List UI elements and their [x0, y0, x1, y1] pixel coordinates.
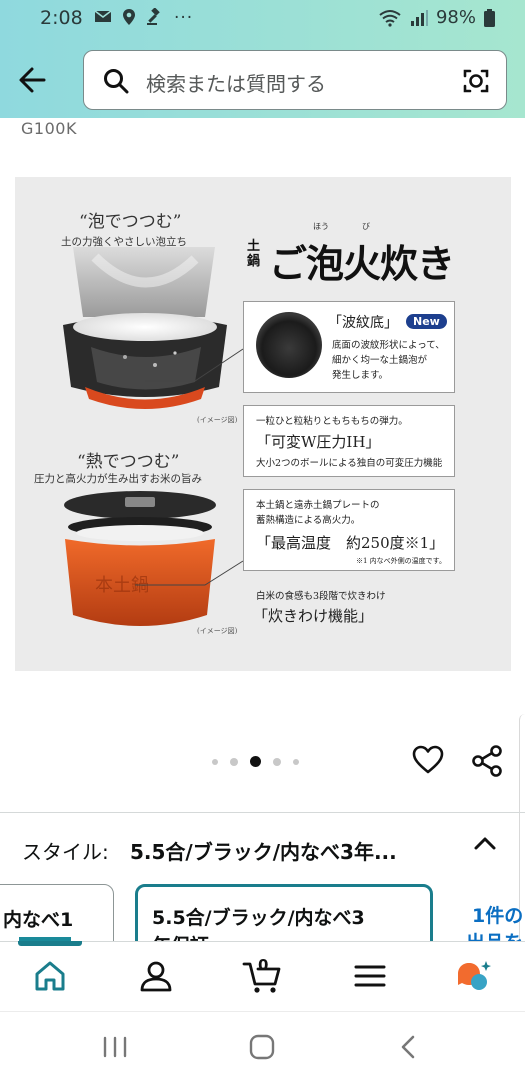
feature3-pre-line: 本土鍋と遠赤土鍋プレートの — [256, 500, 380, 511]
brand-ruby-bi: び — [362, 222, 370, 231]
more-icon: ··· — [174, 8, 194, 28]
mail-icon — [94, 10, 112, 22]
carousel-dot[interactable] — [212, 758, 218, 765]
image-heading-heat: “熱でつつむ” — [77, 452, 180, 472]
feature1-desc-line: 細かく均一な土鍋泡が — [332, 355, 428, 366]
app-header: 2:08 ··· 98% 検索または質問する — [0, 0, 525, 118]
location-icon — [123, 9, 135, 25]
feature4-title: 「炊きわけ機能」 — [253, 607, 374, 625]
carousel-dot[interactable] — [293, 758, 299, 765]
callout-line — [145, 348, 244, 382]
image-note-2: (イメージ図) — [197, 627, 238, 635]
feature3-title: 「最高温度 約250度※1」 — [256, 534, 445, 552]
style-option-label: 5.5合/ブラック/内なべ3 — [152, 907, 365, 929]
recent-apps-icon[interactable] — [102, 1036, 128, 1058]
battery-percent: 98% — [435, 7, 476, 28]
callout-line-2 — [135, 560, 244, 586]
rice-cooker-open-illustration — [63, 247, 227, 409]
feature-box-max-temp: 本土鍋と遠赤土鍋プレートの 蓄熱構造による高火力。 「最高温度 約250度※1」… — [243, 489, 455, 571]
cart-count-badge: 0 — [258, 956, 269, 974]
feature3-pre: 本土鍋と遠赤土鍋プレートの 蓄熱構造による高火力。 — [256, 498, 380, 528]
bottom-navigation — [0, 941, 525, 1012]
chevron-up-icon[interactable] — [472, 832, 498, 854]
status-right: 98% — [378, 7, 495, 28]
other-sellers-link[interactable]: 1件の — [472, 901, 523, 928]
product-title-fragment: G100K — [21, 119, 77, 138]
feature2-pre: 一粒ひと粒粘りともちもちの弾力。 — [256, 416, 408, 427]
home-button-icon[interactable] — [249, 1034, 275, 1060]
image-note-1: (イメージ図) — [197, 416, 238, 424]
image-carousel-indicator[interactable] — [212, 756, 299, 767]
feature-box-pressure-ih: 一粒ひと粒粘りともちもちの弾力。 「可変W圧力IH」 大小2つのボールによる独自… — [243, 405, 455, 477]
active-tab-indicator — [18, 941, 82, 946]
carousel-dot[interactable] — [273, 757, 281, 766]
product-image[interactable]: “泡でつつむ” 土の力強くやさしい泡立ち (イメージ図) “熱でつつむ” 圧力と… — [15, 177, 511, 671]
share-icon[interactable] — [470, 744, 504, 778]
heart-icon[interactable] — [412, 744, 444, 776]
gavel-icon — [147, 8, 160, 25]
pot-bottom-photo — [256, 312, 322, 378]
status-notification-icons: ··· — [94, 8, 193, 28]
feature2-desc: 大小2つのボールによる独自の可変圧力機能 — [256, 458, 443, 469]
carousel-dot-active[interactable] — [250, 756, 261, 767]
new-badge: New — [406, 314, 447, 329]
style-selected-value[interactable]: 5.5合/ブラック/内なべ3年... — [130, 836, 397, 865]
feature4-pre: 白米の食感も3段階で炊きわけ — [256, 591, 386, 602]
camera-lens-icon[interactable] — [462, 67, 490, 95]
search-bar[interactable]: 検索または質問する — [83, 50, 507, 110]
style-label: スタイル: — [22, 840, 109, 864]
status-time: 2:08 — [40, 7, 83, 29]
feature1-title: 「波紋底」 — [328, 315, 398, 331]
feature3-pre-line: 蓄熱構造による高火力。 — [256, 515, 361, 526]
feature1-desc-line: 底面の波紋形状によって、 — [332, 340, 445, 351]
rufus-icon[interactable] — [456, 958, 492, 994]
brand-prefix: 土鍋 — [247, 239, 261, 269]
battery-icon — [484, 8, 495, 27]
wifi-icon — [379, 9, 401, 27]
signal-icon — [410, 9, 428, 26]
home-icon[interactable] — [32, 958, 68, 994]
search-icon — [104, 69, 129, 94]
image-heading-foam: “泡でつつむ” — [79, 212, 182, 232]
feature1-description: 底面の波紋形状によって、 細かく均一な土鍋泡が 発生します。 — [332, 338, 445, 383]
image-subheading-heat: 圧力と高火力が生み出すお米の旨み — [34, 473, 202, 485]
feature2-title: 「可変W圧力IH」 — [256, 433, 381, 451]
menu-icon[interactable] — [352, 958, 388, 994]
feature3-note: ※1 内なべ外側の温度です。 — [356, 557, 446, 565]
style-option-label: 内なべ1 — [3, 909, 74, 931]
system-back-icon[interactable] — [398, 1034, 418, 1060]
feature-box-ripple-bottom: 「波紋底」 New 底面の波紋形状によって、 細かく均一な土鍋泡が 発生します。 — [243, 301, 455, 393]
back-arrow-icon[interactable] — [14, 60, 54, 100]
brand-logo-text: ご泡火炊き — [269, 241, 455, 286]
status-bar: 2:08 ··· 98% — [0, 0, 525, 38]
system-navigation-bar — [0, 1011, 525, 1081]
brand-ruby-ho: ほう — [313, 222, 329, 231]
search-input[interactable]: 検索または質問する — [146, 68, 326, 97]
carousel-dot[interactable] — [230, 757, 238, 766]
account-icon[interactable] — [138, 958, 174, 994]
feature1-desc-line: 発生します。 — [332, 370, 389, 381]
section-divider — [0, 812, 525, 813]
